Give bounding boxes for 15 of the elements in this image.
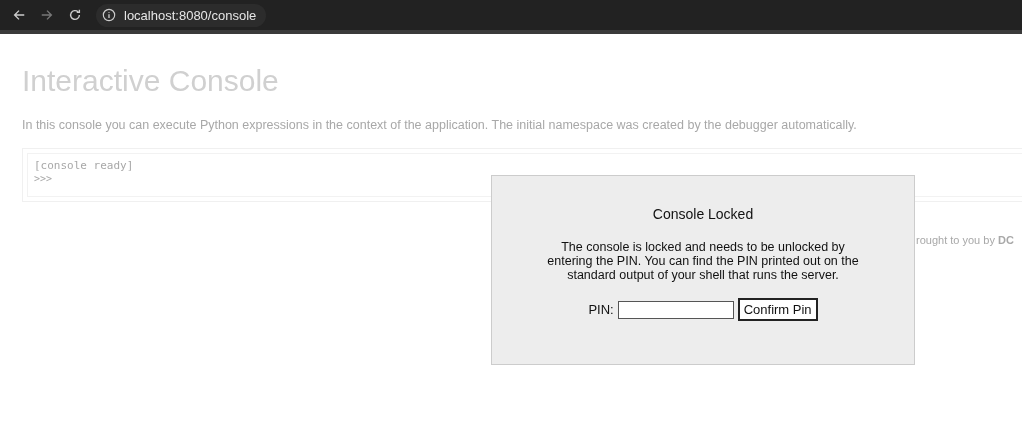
url-text: localhost:8080/console: [124, 7, 257, 23]
console-line: [console ready]: [34, 159, 135, 172]
pin-input-field[interactable]: [617, 300, 734, 319]
console-line: >>>: [34, 172, 54, 185]
dialog-title: Console Locked: [651, 206, 755, 222]
dialog-message: The console is locked and needs to be unlocked by entering the PIN. You can find the PIN printed out on the standard output of your shell that runs the server.: [546, 240, 860, 282]
pin-label: PIN:: [588, 302, 614, 317]
back-icon[interactable]: [12, 8, 26, 22]
confirm-pin-button[interactable]: Confirm Pin: [737, 298, 818, 321]
reload-icon[interactable]: [68, 8, 82, 22]
address-bar[interactable]: localhost:8080/console: [96, 3, 267, 27]
description: In this console you can execute Python expressions in the context of the application. The initial namespace was created by the debugger automatically.: [22, 118, 858, 132]
info-icon[interactable]: [102, 8, 116, 22]
footer-text: rought to you by DC: [916, 234, 1014, 246]
forward-icon[interactable]: [40, 8, 54, 22]
